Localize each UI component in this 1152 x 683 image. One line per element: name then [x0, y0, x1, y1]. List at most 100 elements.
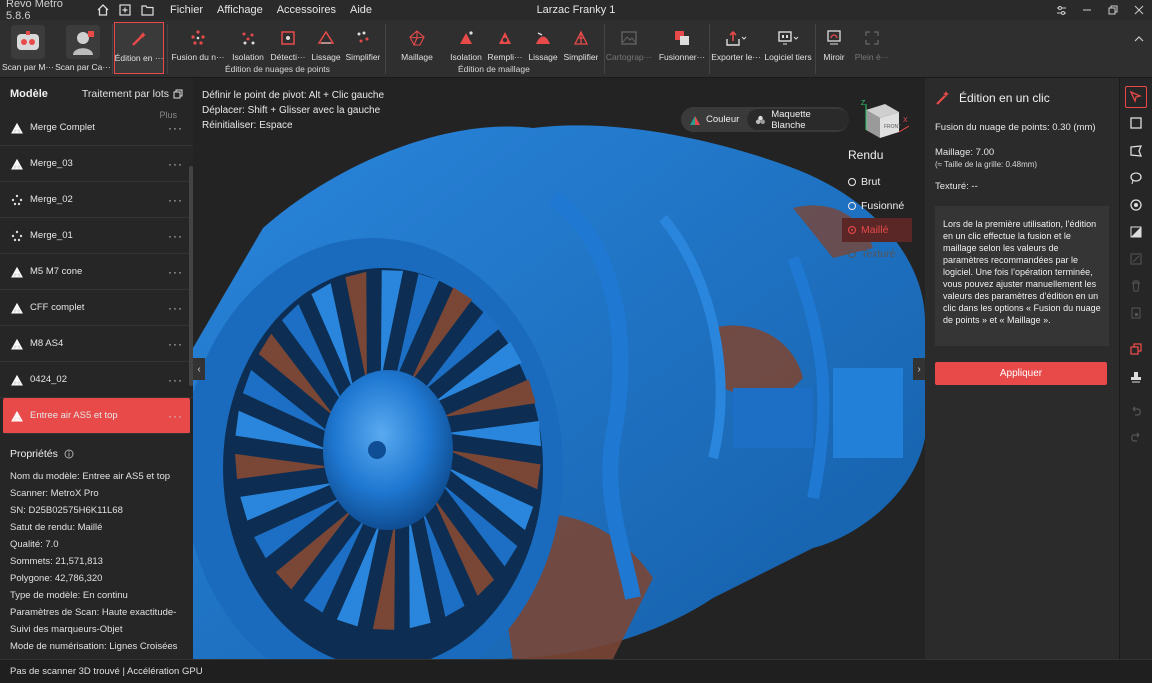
render-option-raw[interactable]: Brut — [848, 170, 912, 194]
view-cube[interactable]: FRONT Z X — [851, 96, 911, 144]
view-cube-face-label: FRONT — [884, 124, 901, 130]
mesh-label: Maillage — [401, 52, 433, 62]
more-options-button[interactable]: ··· — [168, 373, 183, 387]
lasso-select-icon[interactable] — [1125, 167, 1147, 189]
model-list-item[interactable]: M8 AS4 ··· — [0, 326, 193, 362]
mesh-model-icon — [10, 409, 24, 423]
new-project-icon[interactable] — [118, 3, 132, 17]
delete-icon — [1125, 275, 1147, 297]
point-cloud-icon — [10, 229, 24, 243]
property-row: Polygone: 42,786,320 — [10, 573, 103, 584]
restore-button[interactable] — [1100, 0, 1126, 20]
open-folder-icon[interactable] — [140, 3, 154, 17]
mesh-smooth-button[interactable]: Lissage — [527, 22, 559, 74]
model-list-item[interactable]: 0424_02 ··· — [0, 362, 193, 398]
points-fusion-icon — [186, 26, 210, 50]
more-options-button[interactable]: ··· — [168, 121, 183, 135]
white-model-option[interactable]: Maquette Blanche — [747, 108, 849, 131]
mesh-model-icon — [10, 265, 24, 279]
select-tool-icon[interactable] — [1125, 86, 1147, 108]
pointcloud-fusion-button[interactable]: Fusion du n··· — [170, 22, 226, 74]
model-list-item[interactable]: Merge Complet ··· — [0, 110, 193, 146]
model-list-item[interactable]: Merge_01 ··· — [0, 218, 193, 254]
mesh-simplify-button[interactable]: Simplifier — [562, 22, 600, 74]
more-options-button[interactable]: ··· — [168, 337, 183, 351]
menu-fichier[interactable]: Fichier — [170, 4, 203, 16]
home-icon[interactable] — [96, 3, 110, 17]
bust-icon — [66, 25, 100, 59]
render-title: Rendu — [848, 148, 884, 162]
render-option-meshed[interactable]: Maillé — [842, 218, 912, 242]
model-list-item[interactable]: Entree air AS5 et top ··· — [3, 398, 190, 434]
merge-icon — [670, 26, 694, 50]
point-cloud-icon — [10, 193, 24, 207]
model-name: M8 AS4 — [30, 338, 64, 349]
radio-icon — [848, 202, 856, 210]
white-model-label: Maquette Blanche — [771, 108, 811, 131]
model-list-item[interactable]: CFF complet ··· — [0, 290, 193, 326]
more-options-button[interactable]: ··· — [168, 301, 183, 315]
model-list-item[interactable]: M5 M7 cone ··· — [0, 254, 193, 290]
stamp-icon[interactable] — [1125, 366, 1147, 388]
mesh-model-icon — [10, 157, 24, 171]
mirror-button[interactable]: Miroir — [818, 22, 850, 74]
cartography-button[interactable]: Cartograp··· — [606, 22, 652, 74]
render-option-label: Texturé — [861, 248, 896, 260]
rectangle-select-icon[interactable] — [1125, 112, 1147, 134]
model-name: Merge_03 — [30, 158, 73, 169]
property-row: Paramètres de Scan: Haute exactitude-Sui… — [10, 607, 177, 635]
more-options-button[interactable]: ··· — [168, 265, 183, 279]
scan-model-2-button[interactable]: Scan par Ca··· — [55, 20, 111, 78]
pc-simplify-button[interactable]: Simplifier — [344, 22, 382, 74]
status-bar: Pas de scanner 3D trouvé | Accélération … — [0, 659, 1152, 683]
fullscreen-button[interactable]: Plein é··· — [854, 22, 890, 74]
mesh-fill-label: Rempli··· — [487, 52, 523, 62]
third-party-button[interactable]: Logiciel tiers — [763, 22, 813, 74]
render-option-label: Fusionné — [861, 200, 905, 212]
mesh-icon — [405, 26, 429, 50]
export-label: Exporter le··· — [711, 52, 761, 62]
mesh-smooth-label: Lissage — [528, 52, 558, 62]
3d-viewport[interactable]: Définir le point de pivot: Alt + Clic ga… — [193, 78, 925, 659]
menu-affichage[interactable]: Affichage — [217, 4, 263, 16]
export-button[interactable]: Exporter le··· — [711, 22, 761, 74]
more-options-button[interactable]: ··· — [168, 193, 183, 207]
render-option-textured: Texturé — [848, 242, 912, 266]
brush-select-icon[interactable] — [1125, 194, 1147, 216]
merge-button[interactable]: Fusionner··· — [656, 22, 708, 74]
polygon-select-icon[interactable] — [1125, 140, 1147, 162]
menu-aide[interactable]: Aide — [350, 4, 372, 16]
info-icon[interactable] — [64, 449, 74, 459]
model-list-item[interactable]: Merge_02 ··· — [0, 182, 193, 218]
more-options-button[interactable]: ··· — [168, 229, 183, 243]
model-panel: Modèle Traitement par lots Plus Merge Co… — [0, 78, 193, 659]
color-option[interactable]: Couleur — [681, 109, 747, 130]
settings-icon[interactable] — [1048, 0, 1074, 20]
collapse-ribbon-icon[interactable] — [1134, 34, 1144, 46]
model-list-item[interactable]: Merge_03 ··· — [0, 146, 193, 182]
invert-select-icon[interactable] — [1125, 221, 1147, 243]
edit-one-click-button[interactable]: Édition en ··· — [114, 22, 164, 74]
collapse-right-panel-icon[interactable]: › — [913, 358, 925, 380]
close-button[interactable] — [1126, 0, 1152, 20]
engine-scan-model[interactable] — [193, 78, 925, 659]
more-options-button[interactable]: ··· — [168, 409, 183, 423]
property-row: Qualité: 7.0 — [10, 539, 59, 550]
minimize-button[interactable] — [1074, 0, 1100, 20]
pc-detection-label: Détecti··· — [270, 52, 306, 62]
render-option-fused[interactable]: Fusionné — [848, 194, 912, 218]
scan-model-2-label: Scan par Ca··· — [55, 62, 111, 72]
batch-processing-button[interactable]: Traitement par lots — [82, 88, 183, 100]
scan-model-1-button[interactable]: Scan par M··· — [2, 20, 54, 78]
apply-button[interactable]: Appliquer — [935, 362, 1107, 385]
more-options-button[interactable]: ··· — [168, 157, 183, 171]
axis-z-label: Z — [861, 100, 866, 107]
render-mode-panel: Rendu Brut Fusionné Maillé Texturé — [842, 148, 912, 266]
ribbon-toolbar: Scan par M··· Scan par Ca··· Édition en … — [0, 20, 1152, 78]
property-row: Scanner: MetroX Pro — [10, 488, 99, 499]
duplicate-icon[interactable] — [1125, 338, 1147, 360]
menu-accessoires[interactable]: Accessoires — [277, 4, 336, 16]
collapse-left-panel-icon[interactable]: ‹ — [193, 358, 205, 380]
mesh-button[interactable]: Maillage — [398, 22, 436, 74]
crop-icon — [1125, 302, 1147, 324]
